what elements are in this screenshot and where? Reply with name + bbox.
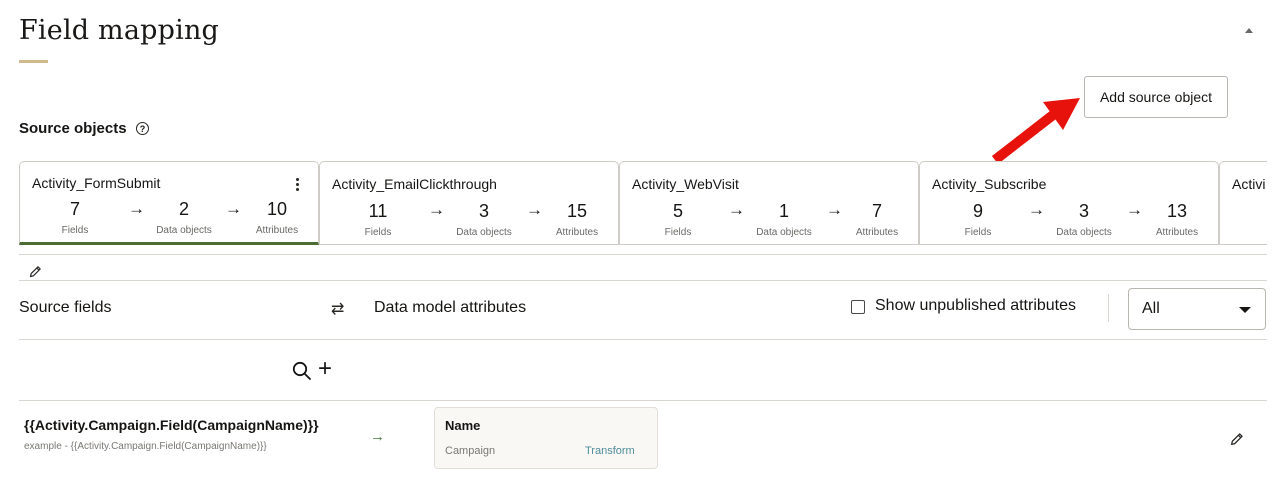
stat-value: 2	[178, 199, 189, 219]
right-arrow-icon: →	[728, 200, 745, 219]
attribute-filter-select[interactable]: All	[1128, 288, 1266, 330]
stat-value: 7	[871, 201, 882, 221]
card-title: Activity_Subscribe	[932, 176, 1047, 192]
stat-data-objects: 3 Data objects	[449, 201, 519, 238]
stat-caption: Fields	[964, 227, 992, 238]
card-title: Activity_WebVisit	[632, 176, 739, 192]
source-fields-header: Source fields	[19, 299, 112, 316]
stat-caption: Attributes	[855, 227, 899, 238]
stat-caption: F	[1243, 227, 1267, 238]
card-title: Activity_FormSubmit	[32, 175, 161, 191]
source-object-cards: Activity_FormSubmit 7 Fields → 2 Data ob…	[19, 161, 1267, 246]
stat-data-objects: 2 Data objects	[149, 199, 219, 236]
card-title: Activi	[1232, 176, 1266, 192]
stat-value	[1243, 201, 1267, 222]
swap-icon[interactable]: ⇄	[331, 299, 344, 319]
right-arrow-icon: →	[370, 428, 385, 445]
stat-caption: Fields	[364, 227, 392, 238]
show-unpublished-label[interactable]: Show unpublished attributes	[875, 297, 1076, 315]
source-object-card[interactable]: Activity_EmailClickthrough 11 Fields → 3…	[319, 161, 619, 245]
stat-caption: Attributes	[255, 225, 299, 236]
source-field-example: example - {{Activity.Campaign.Field(Camp…	[24, 441, 267, 452]
stat-value: 3	[478, 201, 489, 221]
divider	[19, 400, 1267, 401]
pencil-icon[interactable]	[1230, 432, 1244, 446]
page-title: Field mapping	[19, 15, 220, 46]
stat-value: 7	[69, 199, 80, 219]
stat-value: 5	[672, 201, 683, 221]
source-object-card[interactable]: Activity_Subscribe 9 Fields → 3 Data obj…	[919, 161, 1219, 245]
right-arrow-icon: →	[1126, 200, 1143, 219]
help-icon[interactable]: ?	[136, 122, 149, 135]
source-object-card[interactable]: Activity_FormSubmit 7 Fields → 2 Data ob…	[19, 161, 319, 245]
stat-caption: Fields	[664, 227, 692, 238]
stat-value: 3	[1078, 201, 1089, 221]
stat-value: 11	[368, 201, 388, 221]
divider	[1108, 294, 1109, 322]
stat-value: 10	[266, 199, 288, 219]
pencil-icon[interactable]	[29, 265, 42, 278]
right-arrow-icon: →	[128, 199, 145, 218]
attribute-object: Campaign	[445, 445, 496, 457]
stat-attributes: 13 Attributes	[1142, 201, 1212, 238]
stat-data-objects: 3 Data objects	[1049, 201, 1119, 238]
stat-attributes: 7 Attributes	[842, 201, 912, 238]
right-arrow-icon: →	[225, 199, 242, 218]
stat-attributes: 10 Attributes	[242, 199, 312, 236]
search-icon[interactable]	[292, 361, 312, 381]
stat-fields: 11 Fields	[343, 201, 413, 238]
stat-caption: Fields	[61, 225, 89, 236]
add-source-object-button[interactable]: Add source object	[1084, 76, 1228, 118]
stat-caption: Attributes	[555, 227, 599, 238]
stat-caption: Data objects	[1056, 227, 1112, 238]
stat-attributes: 15 Attributes	[542, 201, 612, 238]
show-unpublished-checkbox[interactable]	[851, 300, 865, 314]
attribute-name: Name	[445, 418, 481, 433]
divider	[19, 339, 1267, 340]
data-model-attribute-card[interactable]: Name Campaign Transform	[434, 407, 658, 469]
stat-value: 1	[778, 201, 789, 221]
stat-fields: 7 Fields	[40, 199, 110, 236]
stat-fields: 5 Fields	[643, 201, 713, 238]
annotation-arrow	[991, 98, 1080, 164]
right-arrow-icon: →	[1028, 200, 1045, 219]
stat-value: 15	[566, 201, 588, 221]
collapse-caret-icon[interactable]	[1245, 28, 1253, 33]
stat-value: 9	[972, 201, 983, 221]
right-arrow-icon: →	[428, 200, 445, 219]
stat-caption: Attributes	[1155, 227, 1199, 238]
right-arrow-icon: →	[526, 200, 543, 219]
kebab-menu-icon[interactable]	[296, 178, 300, 193]
stat-fields: 9 Fields	[943, 201, 1013, 238]
source-field-expression: {{Activity.Campaign.Field(CampaignName)}…	[24, 417, 319, 433]
select-value: All	[1142, 300, 1160, 317]
stat-value: 13	[1166, 201, 1188, 221]
source-objects-label: Source objects	[19, 120, 127, 137]
data-model-attributes-header: Data model attributes	[374, 299, 527, 316]
divider	[19, 280, 1267, 281]
stat-caption: Data objects	[456, 227, 512, 238]
dropdown-caret-icon	[1239, 307, 1251, 313]
divider	[19, 254, 1267, 255]
plus-icon[interactable]: +	[318, 357, 332, 381]
stat-fields: F	[1243, 201, 1267, 238]
card-title: Activity_EmailClickthrough	[332, 176, 497, 192]
stat-caption: Data objects	[756, 227, 812, 238]
source-object-card[interactable]: Activi F	[1219, 161, 1267, 245]
stat-data-objects: 1 Data objects	[749, 201, 819, 238]
right-arrow-icon: →	[826, 200, 843, 219]
stat-caption: Data objects	[156, 225, 212, 236]
transform-link[interactable]: Transform	[585, 445, 635, 457]
source-object-card[interactable]: Activity_WebVisit 5 Fields → 1 Data obje…	[619, 161, 919, 245]
title-accent-rule	[19, 60, 48, 63]
